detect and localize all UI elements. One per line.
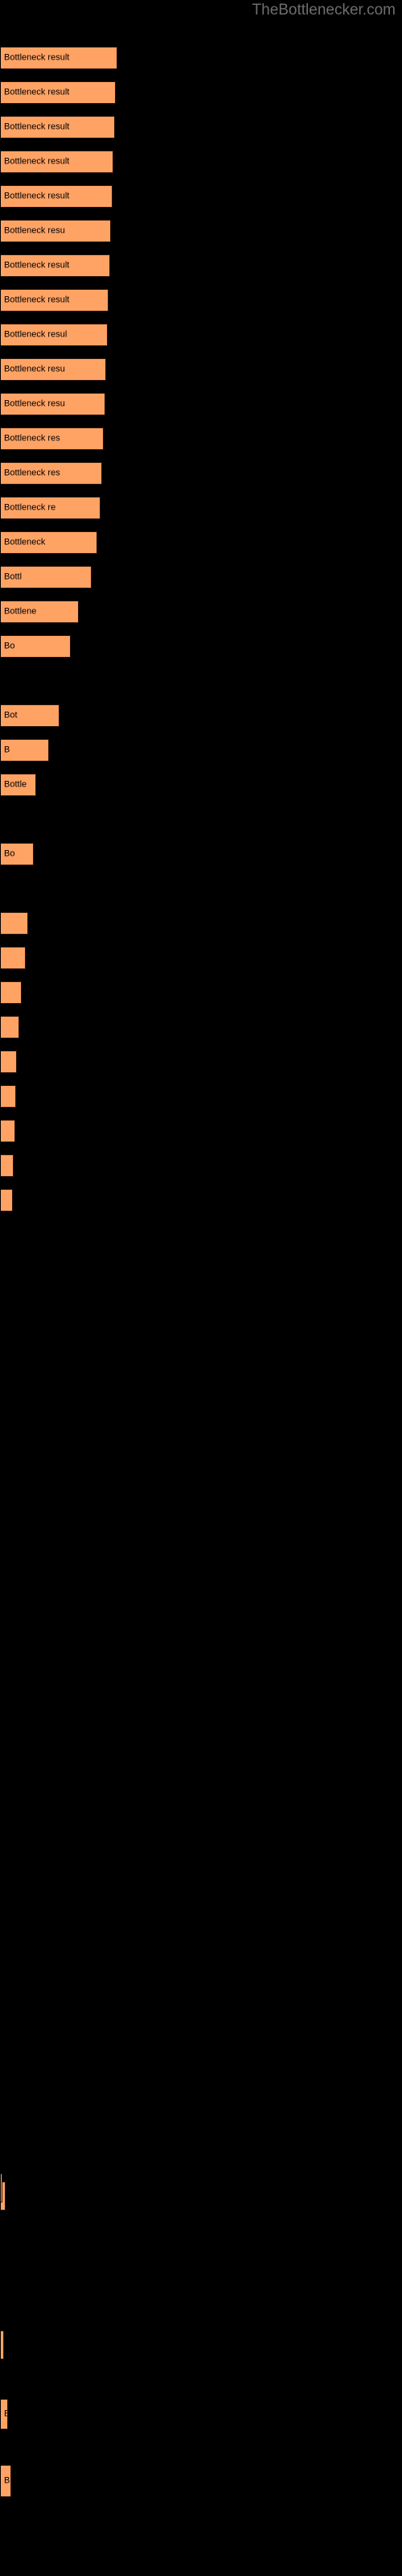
bar-item: Bottleneck result [1, 151, 113, 173]
bar-label: Bot [4, 710, 18, 720]
bar-item [1, 947, 26, 969]
bar-item [1, 2174, 2, 2202]
bar-item [1, 912, 28, 935]
bar-item: Bottleneck resu [1, 393, 105, 415]
bar-label: Bottlene [4, 606, 37, 617]
bar-item: Bottleneck result [1, 116, 115, 138]
bar-item: Bottleneck re [1, 497, 100, 519]
bar-item: Bottleneck resu [1, 220, 111, 242]
bar-item: Bottleneck [1, 531, 97, 554]
bar-item: B [1, 2399, 8, 2429]
bar-label: Bottleneck resu [4, 364, 65, 374]
bar-label: B [4, 2409, 7, 2419]
bar-item: Bottleneck res [1, 427, 104, 450]
bar-label: Bottl [4, 572, 23, 582]
bar-label: B [4, 2475, 10, 2486]
bar-item: Bo [1, 843, 34, 865]
bar-item: Bottleneck result [1, 289, 109, 312]
bar-item: Bottleneck resul [1, 324, 108, 346]
bar-item: Bottleneck resu [1, 358, 106, 381]
bar-item: Bottleneck result [1, 185, 113, 208]
bar-item: Bottleneck result [1, 47, 117, 69]
bar-chart: TheBottlenecker.com Bottleneck result Bot… [0, 0, 402, 2576]
bar-label: B [4, 745, 10, 755]
bar-label: Bottleneck result [4, 122, 70, 132]
bar-label: Bottleneck result [4, 87, 70, 97]
bar-label: Bottleneck resul [4, 329, 68, 340]
bar-item: Bottleneck result [1, 254, 110, 277]
bar-label: Bottleneck re [4, 502, 56, 513]
bar-label: Bottleneck result [4, 295, 70, 305]
bar-item: Bottle [1, 774, 36, 796]
bar-item [1, 1016, 19, 1038]
bar-item [1, 1051, 17, 1073]
bar-label: Bottleneck res [4, 433, 60, 444]
bar-item: Bottlene [1, 601, 79, 623]
bar-label: Bottle [4, 779, 27, 790]
bar-label: Bottleneck res [4, 468, 60, 478]
bar-item: Bottleneck res [1, 462, 102, 485]
bar-item [1, 2330, 4, 2359]
bar-label: Bottleneck result [4, 52, 70, 63]
bar-label: Bottleneck result [4, 156, 70, 167]
bar-label: Bottleneck [4, 537, 46, 547]
bars-container: Bottleneck result Bottleneck result Bottle… [0, 0, 402, 2576]
bar-label: Bo [4, 641, 15, 651]
bar-item: B [1, 2465, 11, 2497]
bar-item [1, 1120, 15, 1142]
bar-item: Bo [1, 635, 71, 658]
bar-label: Bottleneck resu [4, 225, 65, 236]
bar-item [1, 981, 22, 1004]
bar-item: Bottleneck result [1, 81, 116, 104]
bar-item [1, 1189, 13, 1212]
bar-label: Bottleneck resu [4, 398, 65, 409]
bar-label: Bottleneck result [4, 191, 70, 201]
bar-item: B [1, 739, 49, 762]
bar-label: Bottleneck result [4, 260, 70, 270]
bar-label: Bo [4, 848, 15, 859]
bar-item: Bottl [1, 566, 92, 588]
bar-item: Bot [1, 704, 59, 727]
bar-item [1, 1085, 16, 1108]
bar-item [1, 1154, 14, 1177]
